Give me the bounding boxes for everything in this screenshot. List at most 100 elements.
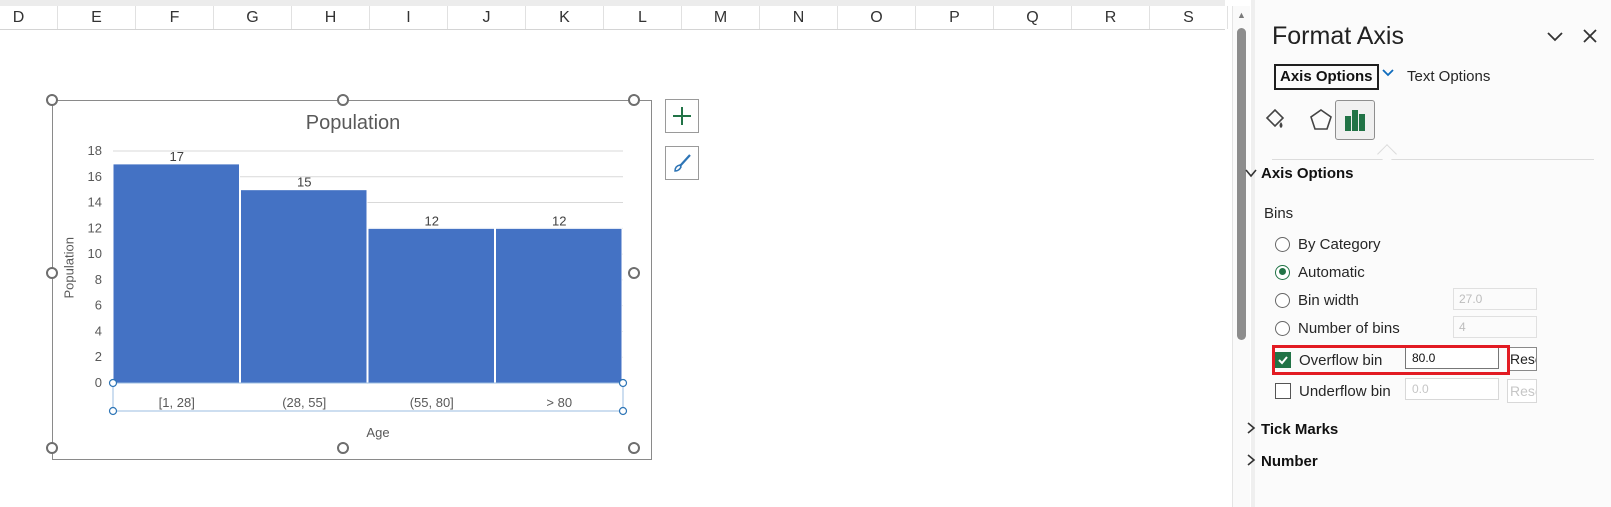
axis-selection-handle[interactable]	[108, 406, 118, 416]
x-tick-label: [1, 28]	[159, 395, 195, 410]
resize-handle-mr[interactable]	[628, 267, 640, 279]
section-axis-options-label: Axis Options	[1261, 165, 1354, 182]
column-header-o[interactable]: O	[838, 6, 916, 29]
brush-icon	[674, 154, 691, 172]
resize-handle-br[interactable]	[628, 442, 640, 454]
paint-bucket-icon	[1265, 108, 1285, 128]
column-header-s[interactable]: S	[1150, 6, 1228, 29]
data-label: 12	[552, 213, 566, 228]
y-tick-label: 12	[88, 220, 102, 235]
column-header-g[interactable]: G	[214, 6, 292, 29]
format-axis-pane: Format Axis Axis Options Text Options Ax…	[1245, 0, 1611, 507]
y-tick-label: 18	[88, 143, 102, 158]
section-tick-marks-label: Tick Marks	[1261, 421, 1339, 438]
tab-text-options[interactable]: Text Options	[1407, 68, 1490, 85]
data-label: 15	[297, 175, 311, 190]
resize-handle-tm[interactable]	[337, 94, 349, 106]
axis-selection-handle[interactable]	[618, 406, 628, 416]
column-header-j[interactable]: J	[448, 6, 526, 29]
chart-styles-button[interactable]	[665, 146, 699, 180]
column-header-h[interactable]: H	[292, 6, 370, 29]
axis-options-dropdown-icon[interactable]	[1381, 66, 1395, 82]
y-tick-label: 10	[88, 246, 102, 261]
tab-axis-options[interactable]: Axis Options	[1274, 64, 1379, 90]
resize-handle-bm[interactable]	[337, 442, 349, 454]
x-axis-title[interactable]: Age	[53, 425, 703, 440]
x-tick-label: > 80	[546, 395, 572, 410]
resize-handle-tl[interactable]	[46, 94, 58, 106]
plot-area[interactable]: 0 2 4 6 8 10 12 14 16 18 17 [1, 28] 15 (28, 55] 12 (55,…	[53, 101, 653, 461]
histogram-bar[interactable]	[367, 227, 495, 384]
column-header-p[interactable]: P	[916, 6, 994, 29]
axis-selection-handle[interactable]	[108, 378, 118, 388]
data-label: 17	[170, 149, 184, 164]
tab-divider	[1272, 159, 1594, 160]
column-header-q[interactable]: Q	[994, 6, 1072, 29]
chart-elements-button[interactable]	[665, 99, 699, 133]
scroll-up-icon[interactable]: ▲	[1237, 10, 1246, 20]
collapse-chevron-icon	[1245, 166, 1261, 181]
underflow-bin-label: Underflow bin	[1299, 382, 1391, 400]
number-of-bins-input[interactable]: 4	[1453, 316, 1537, 338]
overflow-highlight-box	[1272, 345, 1510, 375]
column-header-r[interactable]: R	[1072, 6, 1150, 29]
pane-options-chevron-icon[interactable]	[1545, 28, 1565, 49]
bar-chart-icon	[1345, 110, 1365, 131]
resize-handle-bl[interactable]	[46, 442, 58, 454]
radio-number-of-bins[interactable]: Number of bins	[1275, 318, 1400, 338]
resize-handle-ml[interactable]	[46, 267, 58, 279]
fill-line-tab[interactable]	[1255, 100, 1295, 140]
column-header-e[interactable]: E	[58, 6, 136, 29]
column-header-d[interactable]: D	[0, 6, 58, 29]
close-icon[interactable]	[1582, 28, 1598, 49]
underflow-bin-checkbox[interactable]	[1275, 383, 1291, 399]
radio-button[interactable]	[1275, 320, 1290, 336]
radio-button[interactable]	[1275, 264, 1290, 280]
overflow-reset-button[interactable]: Reset	[1507, 347, 1537, 371]
radio-button[interactable]	[1275, 236, 1290, 252]
resize-handle-tr[interactable]	[628, 94, 640, 106]
pane-title: Format Axis	[1272, 22, 1404, 50]
section-number-label: Number	[1261, 453, 1318, 470]
expand-chevron-icon	[1245, 422, 1261, 437]
bins-label: Bins	[1264, 205, 1294, 222]
column-header-i[interactable]: I	[370, 6, 448, 29]
section-axis-options[interactable]: Axis Options	[1245, 165, 1354, 182]
x-tick-label: (55, 80]	[410, 395, 454, 410]
column-header-m[interactable]: M	[682, 6, 760, 29]
data-label: 12	[425, 213, 439, 228]
underflow-bin-checkbox-row[interactable]: Underflow bin	[1275, 381, 1391, 401]
scroll-thumb[interactable]	[1237, 28, 1246, 340]
pentagon-icon	[1310, 109, 1332, 130]
histogram-bar[interactable]	[112, 163, 240, 384]
y-tick-label: 0	[95, 375, 102, 390]
histogram-bar[interactable]	[495, 227, 623, 384]
radio-label: Bin width	[1298, 291, 1359, 309]
column-header-n[interactable]: N	[760, 6, 838, 29]
radio-label: Number of bins	[1298, 319, 1400, 337]
histogram-bar[interactable]	[240, 189, 368, 384]
radio-label: Automatic	[1298, 263, 1365, 281]
y-tick-label: 8	[95, 272, 102, 287]
worksheet[interactable]: DEFGHIJKLMNOPQRS Population 0 2 4 6 8 10 12 14 1…	[0, 0, 1230, 507]
section-number[interactable]: Number	[1245, 453, 1318, 470]
bin-width-input[interactable]: 27.0	[1453, 288, 1537, 310]
y-tick-label: 4	[95, 323, 102, 338]
column-header-k[interactable]: K	[526, 6, 604, 29]
underflow-bin-input[interactable]: 0.0	[1405, 378, 1499, 400]
y-axis-title[interactable]: Population	[62, 237, 77, 298]
column-header-l[interactable]: L	[604, 6, 682, 29]
axis-options-tab[interactable]	[1335, 100, 1375, 140]
underflow-reset-button[interactable]: Reset	[1507, 379, 1537, 403]
radio-by-category[interactable]: By Category	[1275, 234, 1381, 254]
column-header-f[interactable]: F	[136, 6, 214, 29]
axis-selection-handle[interactable]	[618, 378, 628, 388]
section-tick-marks[interactable]: Tick Marks	[1245, 421, 1338, 438]
y-tick-label: 16	[88, 169, 102, 184]
radio-bin-width[interactable]: Bin width	[1275, 290, 1359, 310]
radio-button[interactable]	[1275, 292, 1290, 308]
expand-chevron-icon	[1245, 454, 1261, 469]
radio-automatic[interactable]: Automatic	[1275, 262, 1365, 282]
y-tick-label: 6	[95, 298, 102, 313]
histogram-chart[interactable]: Population 0 2 4 6 8 10 12 14 16 18 17 [1, 28] 15 (28…	[46, 94, 653, 461]
